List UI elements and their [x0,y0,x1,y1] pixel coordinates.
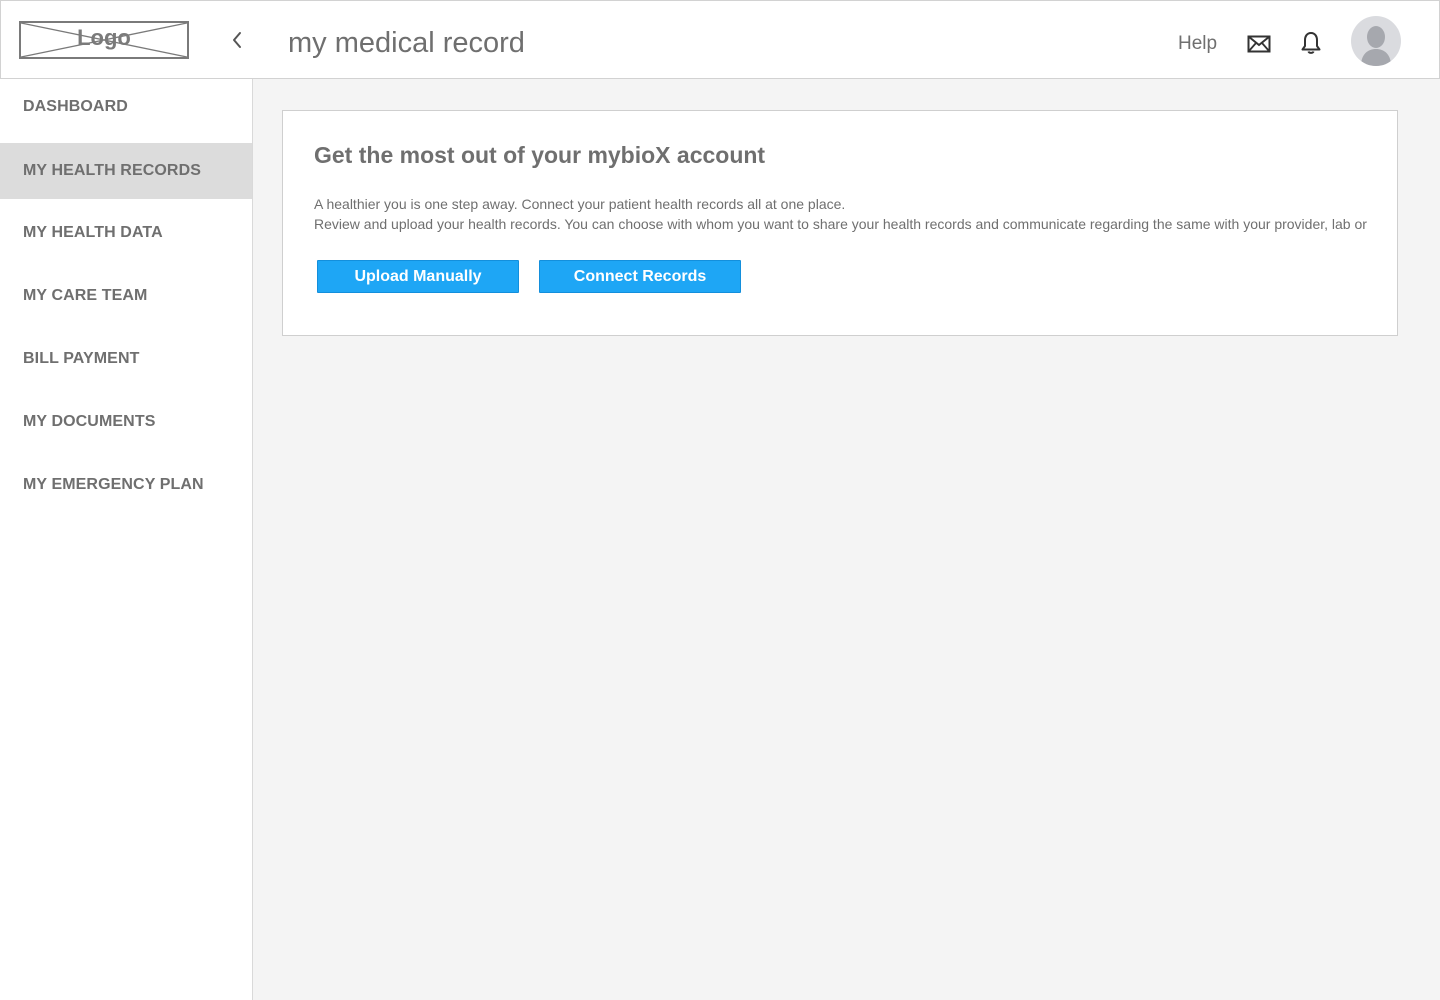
chevron-left-icon[interactable] [227,29,247,51]
page-title: my medical record [288,27,525,59]
card-title: Get the most out of your mybioX account [314,142,766,168]
help-link[interactable]: Help [1178,33,1217,55]
top-header: Logo my medical record Help [0,0,1440,79]
sidebar-item-my-health-data[interactable]: MY HEALTH DATA [0,205,252,261]
sidebar-item-my-health-records[interactable]: MY HEALTH RECORDS [0,143,252,199]
user-avatar[interactable] [1351,16,1401,66]
bell-icon[interactable] [1300,31,1322,55]
logo-text: Logo [77,25,131,50]
sidebar-item-my-documents[interactable]: MY DOCUMENTS [0,394,252,450]
sidebar: DASHBOARD MY HEALTH RECORDS MY HEALTH DA… [0,79,253,1000]
onboarding-card: Get the most out of your mybioX account … [282,110,1398,336]
logo[interactable]: Logo [19,21,189,59]
upload-manually-button[interactable]: Upload Manually [317,260,519,293]
card-description-line-2: Review and upload your health records. Y… [314,216,1367,232]
avatar-icon [1361,26,1391,66]
connect-records-button[interactable]: Connect Records [539,260,741,293]
sidebar-item-bill-payment[interactable]: BILL PAYMENT [0,331,252,387]
sidebar-item-my-emergency-plan[interactable]: MY EMERGENCY PLAN [0,457,252,513]
sidebar-item-dashboard[interactable]: DASHBOARD [0,79,252,135]
mail-icon[interactable] [1247,34,1271,54]
sidebar-item-my-care-team[interactable]: MY CARE TEAM [0,268,252,324]
card-description-line-1: A healthier you is one step away. Connec… [314,196,846,212]
